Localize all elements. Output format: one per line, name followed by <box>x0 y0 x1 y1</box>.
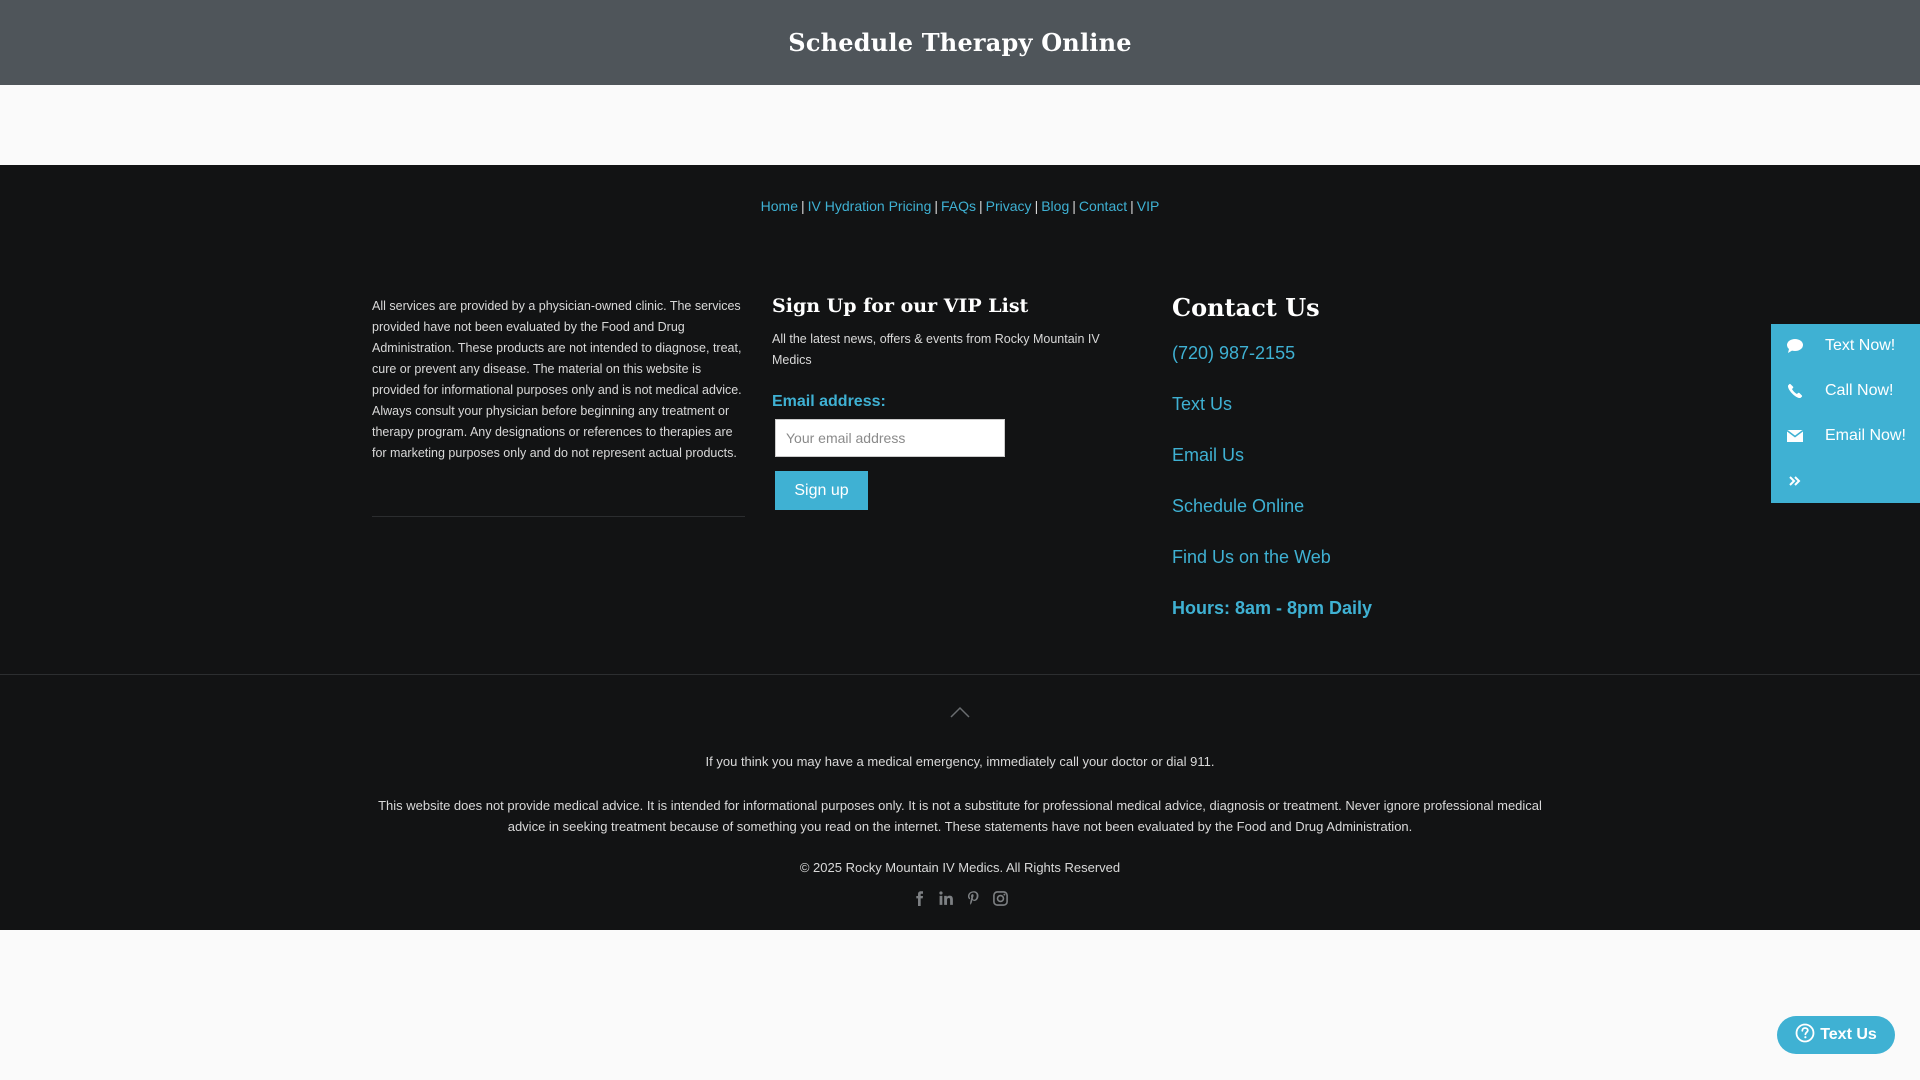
pinterest-icon[interactable] <box>965 890 982 907</box>
email-now-button[interactable]: Email Now! <box>1771 416 1920 456</box>
footer-nav-contact[interactable]: Contact <box>1079 198 1127 214</box>
footer-divider <box>0 674 1920 675</box>
nav-separator: | <box>1072 198 1076 214</box>
double-chevron-right-icon <box>1785 471 1805 491</box>
footer-nav: Home | IV Hydration Pricing | FAQs | Privacy | B… <box>0 198 1920 214</box>
footer-nav-vip[interactable]: VIP <box>1137 198 1160 214</box>
question-circle-icon <box>1795 1023 1815 1048</box>
text-us-label: Text Us <box>1820 1026 1877 1043</box>
vip-signup-form: Sign Up for our VIP List All the latest … <box>772 295 1142 510</box>
footer-nav-privacy[interactable]: Privacy <box>986 198 1032 214</box>
text-us-link[interactable]: Text Us <box>1172 393 1552 415</box>
nav-separator: | <box>1034 198 1039 214</box>
floating-contact-panel: Text Now! Call Now! Email Now! <box>1771 324 1920 503</box>
call-now-label: Call Now! <box>1825 382 1894 399</box>
copyright: © 2025 Rocky Mountain IV Medics. All Rig… <box>799 860 1121 875</box>
linkedin-icon[interactable] <box>938 890 955 907</box>
footer-nav-iv-hydration-pricing[interactable]: IV Hydration Pricing <box>808 198 932 214</box>
contact-heading: Contact Us <box>1172 293 1320 322</box>
instagram-icon[interactable] <box>992 890 1009 907</box>
top-banner: Schedule Therapy Online <box>0 0 1920 86</box>
nav-separator: | <box>979 198 983 214</box>
emergency-notice: If you think you may have a medical emer… <box>705 754 1215 769</box>
facebook-icon[interactable] <box>911 890 928 907</box>
envelope-icon <box>1785 426 1805 446</box>
email-label: Email address: <box>772 393 886 410</box>
email-now-label: Email Now! <box>1825 427 1906 444</box>
disclaimer-text: All services are provided by a physician… <box>372 299 742 460</box>
text-now-button[interactable]: Text Now! <box>1771 326 1920 366</box>
call-now-button[interactable]: Call Now! <box>1771 371 1920 411</box>
site-footer: Home | IV Hydration Pricing | FAQs | Privacy | B… <box>0 165 1920 930</box>
nav-separator: | <box>934 198 938 214</box>
back-to-top-icon[interactable] <box>949 705 971 719</box>
chat-bubble-icon <box>1785 336 1805 356</box>
text-now-label: Text Now! <box>1825 337 1896 354</box>
phone-icon <box>1785 381 1805 401</box>
social-links <box>0 890 1920 907</box>
text-us-chat-button[interactable]: Text Us <box>1777 1016 1895 1054</box>
phone-link[interactable]: (720) 987-2155 <box>1172 342 1552 364</box>
page-title: Schedule Therapy Online <box>788 28 1132 57</box>
footer-nav-faqs[interactable]: FAQs <box>941 198 976 214</box>
footer-nav-home[interactable]: Home <box>761 198 798 214</box>
nav-separator: | <box>801 198 805 214</box>
vip-heading: Sign Up for our VIP List <box>772 295 1029 317</box>
contact-section: Contact Us (720) 987-2155 Text Us Email … <box>1172 293 1552 619</box>
content-spacer <box>0 85 1920 165</box>
find-us-link[interactable]: Find Us on the Web <box>1172 546 1552 568</box>
nav-separator: | <box>1130 198 1134 214</box>
business-hours: Hours: 8am - 8pm Daily <box>1172 598 1373 618</box>
collapse-panel-button[interactable] <box>1771 461 1920 501</box>
footer-nav-blog[interactable]: Blog <box>1041 198 1069 214</box>
email-field[interactable] <box>775 419 1005 457</box>
divider <box>372 516 745 517</box>
schedule-online-link[interactable]: Schedule Online <box>1172 495 1552 517</box>
medical-disclaimer: This website does not provide medical ad… <box>378 798 1542 834</box>
email-us-link[interactable]: Email Us <box>1172 444 1552 466</box>
signup-button[interactable]: Sign up <box>775 471 868 510</box>
vip-description: All the latest news, offers & events fro… <box>772 332 1100 367</box>
